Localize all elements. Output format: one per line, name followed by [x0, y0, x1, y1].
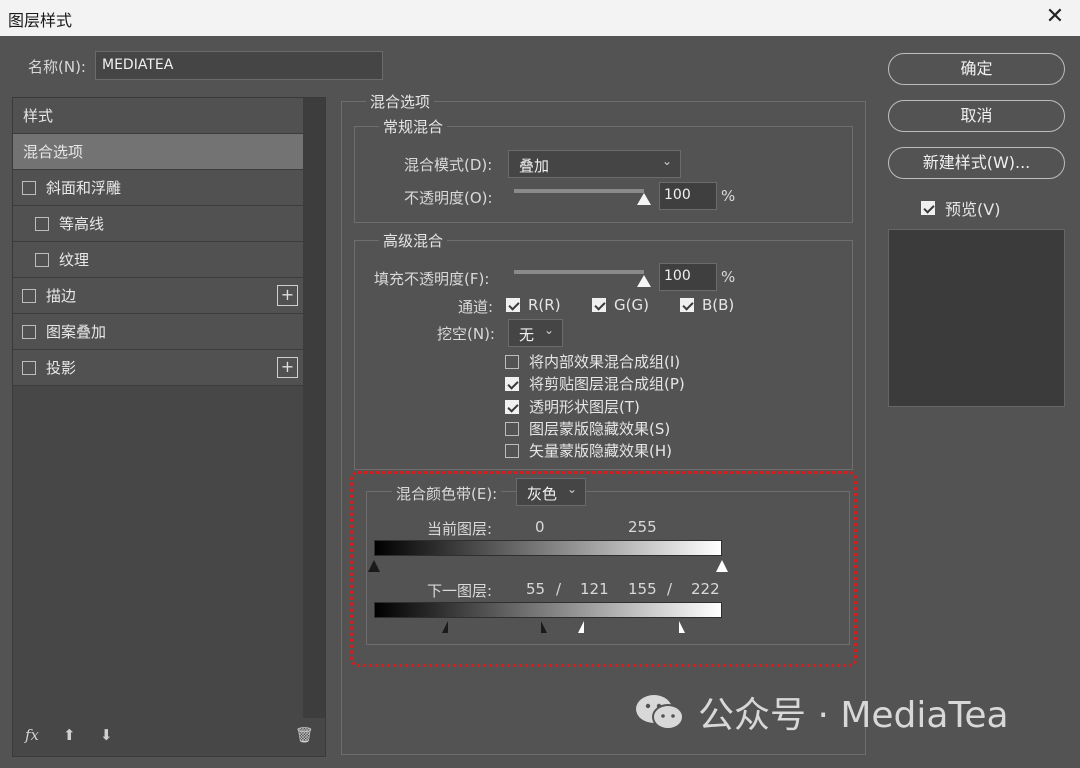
style-item-stroke[interactable]: 描边 + — [13, 278, 303, 314]
contour-checkbox[interactable] — [35, 216, 49, 231]
layer-mask-hides-checkbox[interactable] — [505, 421, 519, 436]
pattern-overlay-checkbox[interactable] — [22, 324, 36, 339]
texture-checkbox[interactable] — [35, 252, 49, 267]
option-layer-mask-hides[interactable]: 图层蒙版隐藏效果(S) — [505, 418, 670, 439]
option-blend-interior-effects[interactable]: 将内部效果混合成组(I) — [505, 351, 680, 372]
style-panel: 样式 混合选项 斜面和浮雕 等高线 纹理 描边 + 图案叠加 投影 + fx ⬆… — [12, 97, 326, 757]
fill-opacity-label: 填充不透明度(F): — [374, 270, 490, 288]
blend-mode-select[interactable]: 叠加 ⌄ — [508, 150, 681, 178]
channel-g-label: G(G) — [614, 296, 649, 314]
style-item-texture[interactable]: 纹理 — [13, 242, 303, 278]
style-preview-thumbnail — [888, 229, 1065, 407]
add-stroke-plus-icon[interactable]: + — [277, 285, 298, 306]
opacity-slider-track[interactable] — [514, 189, 644, 193]
opacity-unit: % — [721, 187, 736, 205]
knockout-label: 挖空(N): — [437, 325, 495, 343]
channel-b-label: B(B) — [702, 296, 735, 314]
channel-r[interactable]: R(R) — [506, 296, 561, 314]
style-item-label: 图案叠加 — [46, 323, 107, 341]
style-item-contour[interactable]: 等高线 — [13, 206, 303, 242]
style-item-label: 混合选项 — [23, 143, 84, 161]
channel-b[interactable]: B(B) — [680, 296, 734, 314]
vector-mask-hides-checkbox[interactable] — [505, 443, 519, 458]
preview-checkbox[interactable] — [921, 201, 935, 215]
style-item-drop-shadow[interactable]: 投影 + — [13, 350, 303, 386]
channel-b-checkbox[interactable] — [680, 298, 694, 312]
fill-opacity-unit: % — [721, 268, 736, 286]
option-transparency-shapes[interactable]: 透明形状图层(T) — [505, 396, 640, 417]
option-vector-mask-hides[interactable]: 矢量蒙版隐藏效果(H) — [505, 440, 672, 461]
stroke-checkbox[interactable] — [22, 288, 36, 303]
name-label: 名称(N): — [28, 58, 86, 76]
channel-r-label: R(R) — [528, 296, 561, 314]
window-title: 图层样式 — [8, 11, 73, 30]
channel-g[interactable]: G(G) — [592, 296, 649, 314]
cancel-button[interactable]: 取消 — [888, 100, 1065, 132]
trash-icon[interactable]: 🗑 — [295, 726, 314, 744]
opacity-label: 不透明度(O): — [404, 189, 493, 207]
option-label: 将内部效果混合成组(I) — [529, 353, 681, 371]
advanced-blending-title: 高级混合 — [379, 230, 448, 251]
knockout-value: 无 — [519, 326, 535, 344]
option-label: 将剪贴图层混合成组(P) — [529, 375, 685, 393]
style-list: 样式 混合选项 斜面和浮雕 等高线 纹理 描边 + 图案叠加 投影 + — [13, 98, 303, 386]
preview-toggle[interactable]: 预览(V) — [921, 196, 1000, 220]
blend-clipped-checkbox[interactable] — [505, 376, 519, 391]
watermark: 公众号 · MediaTea — [632, 686, 1009, 738]
drop-shadow-checkbox[interactable] — [22, 360, 36, 375]
fill-opacity-slider-thumb[interactable] — [637, 275, 651, 287]
style-item-label: 纹理 — [59, 251, 90, 269]
title-bar: 图层样式 ✕ — [0, 0, 1080, 36]
chevron-down-icon: ⌄ — [543, 323, 554, 337]
option-label: 透明形状图层(T) — [529, 398, 640, 416]
blend-interior-checkbox[interactable] — [505, 354, 519, 369]
channel-r-checkbox[interactable] — [506, 298, 520, 312]
channels-label: 通道: — [458, 298, 494, 316]
move-up-icon[interactable]: ⬆ — [63, 726, 76, 744]
knockout-select[interactable]: 无 ⌄ — [508, 319, 563, 347]
channel-g-checkbox[interactable] — [592, 298, 606, 312]
close-icon[interactable]: ✕ — [1042, 4, 1068, 30]
style-item-bevel-emboss[interactable]: 斜面和浮雕 — [13, 170, 303, 206]
ok-button[interactable]: 确定 — [888, 53, 1065, 85]
preview-label: 预览(V) — [945, 200, 1001, 219]
move-down-icon[interactable]: ⬇ — [100, 726, 113, 744]
style-item-blending-options[interactable]: 混合选项 — [13, 134, 303, 170]
blend-mode-label: 混合模式(D): — [404, 156, 493, 174]
watermark-text: 公众号 · MediaTea — [698, 695, 1009, 736]
option-label: 矢量蒙版隐藏效果(H) — [529, 442, 672, 460]
style-item-label: 等高线 — [59, 215, 105, 233]
style-header-label: 样式 — [23, 107, 54, 125]
new-style-button[interactable]: 新建样式(W)... — [888, 147, 1065, 179]
option-label: 图层蒙版隐藏效果(S) — [529, 420, 671, 438]
style-item-pattern-overlay[interactable]: 图案叠加 — [13, 314, 303, 350]
bevel-emboss-checkbox[interactable] — [22, 180, 36, 195]
style-item-label: 投影 — [46, 359, 77, 377]
blend-mode-value: 叠加 — [519, 157, 550, 175]
style-panel-footer: fx ⬆ ⬇ 🗑 — [13, 718, 325, 756]
wechat-icon — [636, 695, 684, 730]
blending-options-title: 混合选项 — [366, 91, 435, 112]
fill-opacity-slider-track[interactable] — [514, 270, 644, 274]
highlight-annotation-box — [350, 471, 857, 667]
name-input[interactable]: MEDIATEA — [95, 51, 383, 80]
option-blend-clipped-layers[interactable]: 将剪贴图层混合成组(P) — [505, 373, 685, 394]
fx-icon[interactable]: fx — [25, 726, 39, 744]
opacity-input[interactable]: 100 — [659, 182, 717, 210]
add-drop-shadow-plus-icon[interactable]: + — [277, 357, 298, 378]
style-item-label: 描边 — [46, 287, 77, 305]
style-list-scrollbar[interactable] — [303, 98, 325, 718]
general-blending-title: 常规混合 — [379, 116, 448, 137]
style-item-label: 斜面和浮雕 — [46, 179, 122, 197]
style-list-header[interactable]: 样式 — [13, 98, 303, 134]
chevron-down-icon: ⌄ — [661, 154, 672, 168]
opacity-slider-thumb[interactable] — [637, 193, 651, 205]
transparency-shapes-checkbox[interactable] — [505, 399, 519, 414]
fill-opacity-input[interactable]: 100 — [659, 263, 717, 291]
